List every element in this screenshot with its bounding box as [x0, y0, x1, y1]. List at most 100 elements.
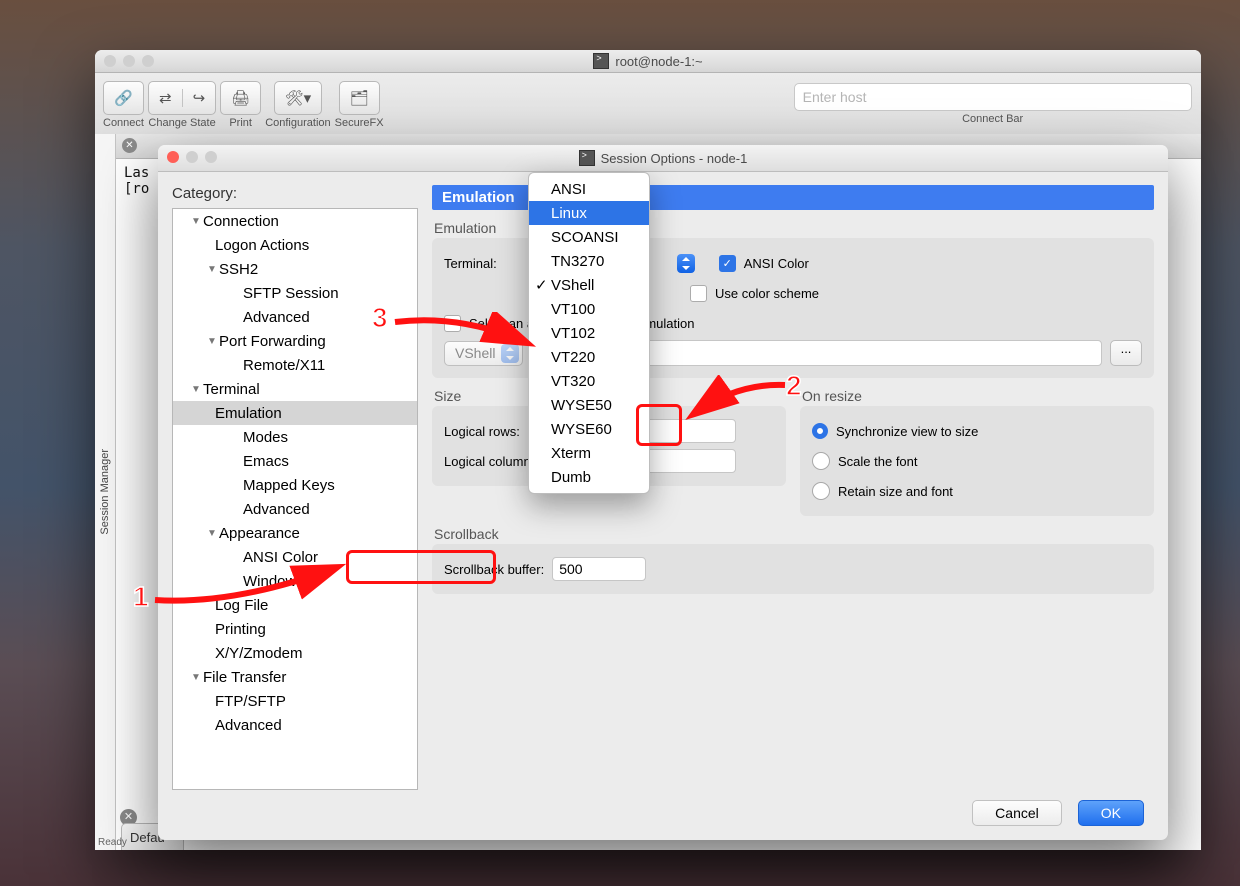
disclosure-triangle-icon[interactable]: ▼ [189, 672, 203, 683]
terminal-icon [593, 53, 609, 69]
tree-item-terminal[interactable]: ▼Terminal [173, 377, 417, 401]
toolbar-connect[interactable]: 🔗 Connect [103, 77, 144, 129]
tree-item-file_transfer[interactable]: ▼File Transfer [173, 665, 417, 689]
group-scrollback: Scrollback [434, 526, 1152, 542]
tree-item-label: SSH2 [219, 261, 258, 278]
dialog-min-dot [186, 151, 198, 163]
tree-item-label: File Transfer [203, 669, 286, 686]
dropdown-item-tn3270[interactable]: TN3270 [529, 249, 649, 273]
dropdown-item-vt100[interactable]: VT100 [529, 297, 649, 321]
toolbar-configuration[interactable]: 🛠▾ Configuration [265, 77, 330, 129]
tree-item-label: Modes [243, 429, 288, 446]
ok-button[interactable]: OK [1078, 800, 1144, 826]
status-bar: Ready [98, 837, 127, 848]
annotation-arrow-3 [390, 312, 540, 352]
dropdown-item-xterm[interactable]: Xterm [529, 441, 649, 465]
terminal-type-dropdown[interactable]: ANSILinuxSCOANSITN3270✓VShellVT100VT102V… [528, 172, 650, 494]
tree-item-label: Advanced [243, 501, 310, 518]
toolbar-connect-bar: Connect Bar [792, 77, 1193, 125]
dropdown-item-linux[interactable]: Linux [529, 201, 649, 225]
tree-item-mapped_keys[interactable]: Mapped Keys [173, 473, 417, 497]
annotation-arrow-1 [140, 555, 350, 615]
tree-item-label: Printing [215, 621, 266, 638]
toolbar-securefx[interactable]: 🗂 SecureFX [335, 77, 384, 129]
tree-item-label: Terminal [203, 381, 260, 398]
tree-item-label: Emacs [243, 453, 289, 470]
disclosure-triangle-icon[interactable]: ▼ [205, 336, 219, 347]
resize-retain-radio[interactable] [812, 482, 830, 500]
dropdown-item-wyse50[interactable]: WYSE50 [529, 393, 649, 417]
dialog-close-dot[interactable] [167, 151, 179, 163]
tree-item-emacs[interactable]: Emacs [173, 449, 417, 473]
session-options-dialog: Session Options - node-1 Category: ▼Conn… [158, 145, 1168, 840]
dropdown-item-vt220[interactable]: VT220 [529, 345, 649, 369]
tree-item-ftp_sftp[interactable]: FTP/SFTP [173, 689, 417, 713]
dialog-zoom-dot [205, 151, 217, 163]
dropdown-item-ansi[interactable]: ANSI [529, 177, 649, 201]
zoom-dot[interactable] [142, 55, 154, 67]
scrollback-panel: Scrollback buffer: [432, 544, 1154, 594]
terminal-dropdown-button[interactable] [677, 254, 695, 273]
tree-item-xyz[interactable]: X/Y/Zmodem [173, 641, 417, 665]
tree-item-label: Mapped Keys [243, 477, 335, 494]
tree-item-label: Remote/X11 [243, 357, 325, 374]
dropdown-item-vt102[interactable]: VT102 [529, 321, 649, 345]
tree-item-label: Connection [203, 213, 279, 230]
annotation-box-emulation [346, 550, 496, 584]
dropdown-item-vshell[interactable]: ✓VShell [529, 273, 649, 297]
tree-item-printing[interactable]: Printing [173, 617, 417, 641]
disclosure-triangle-icon[interactable]: ▼ [189, 384, 203, 395]
main-titlebar[interactable]: root@node-1:~ [95, 50, 1201, 73]
annotation-box-stepper [636, 404, 682, 446]
tree-item-label: Appearance [219, 525, 300, 542]
annotation-number-2: 2 [786, 370, 802, 402]
tree-item-ssh2[interactable]: ▼SSH2 [173, 257, 417, 281]
dropdown-item-dumb[interactable]: Dumb [529, 465, 649, 489]
browse-button[interactable]: ... [1110, 340, 1142, 366]
dropdown-item-vt320[interactable]: VT320 [529, 369, 649, 393]
tree-item-logon_actions[interactable]: Logon Actions [173, 233, 417, 257]
tree-item-appearance[interactable]: ▼Appearance [173, 521, 417, 545]
enter-host-input[interactable] [794, 83, 1192, 111]
tree-item-label: Port Forwarding [219, 333, 326, 350]
minimize-dot[interactable] [123, 55, 135, 67]
tree-item-remote_x11[interactable]: Remote/X11 [173, 353, 417, 377]
category-tree[interactable]: ▼ConnectionLogon Actions▼SSH2SFTP Sessio… [172, 208, 418, 790]
resize-sync-radio[interactable] [812, 423, 828, 439]
tree-item-advanced3[interactable]: Advanced [173, 713, 417, 737]
window-title: root@node-1:~ [593, 53, 702, 69]
tree-item-label: Emulation [215, 405, 282, 422]
toolbar-print[interactable]: 🖨 Print [220, 77, 261, 129]
tree-item-label: X/Y/Zmodem [215, 645, 303, 662]
dropdown-item-scoansi[interactable]: SCOANSI [529, 225, 649, 249]
close-dot[interactable] [104, 55, 116, 67]
cancel-button[interactable]: Cancel [972, 800, 1062, 826]
tree-item-connection[interactable]: ▼Connection [173, 209, 417, 233]
tree-item-modes[interactable]: Modes [173, 425, 417, 449]
session-manager-tab[interactable]: Session Manager [95, 134, 116, 850]
disclosure-triangle-icon[interactable]: ▼ [205, 264, 219, 275]
annotation-number-1: 1 [133, 581, 149, 613]
scrollback-input[interactable] [552, 557, 646, 581]
close-tab-icon[interactable]: ✕ [122, 138, 137, 153]
tree-item-advanced2[interactable]: Advanced [173, 497, 417, 521]
terminal-icon [579, 150, 595, 166]
tree-item-label: Advanced [215, 717, 282, 734]
use-color-scheme-checkbox[interactable] [690, 285, 707, 302]
dialog-titlebar[interactable]: Session Options - node-1 [158, 145, 1168, 172]
dialog-window-controls[interactable] [167, 151, 217, 163]
toolbar-change-state[interactable]: ⇄↪ Change State [148, 77, 216, 129]
dropdown-item-wyse60[interactable]: WYSE60 [529, 417, 649, 441]
tree-item-label: Logon Actions [215, 237, 309, 254]
window-controls[interactable] [104, 55, 154, 67]
tree-item-label: FTP/SFTP [215, 693, 286, 710]
ansi-color-checkbox[interactable]: ✓ [719, 255, 736, 272]
disclosure-triangle-icon[interactable]: ▼ [189, 216, 203, 227]
disclosure-triangle-icon[interactable]: ▼ [205, 528, 219, 539]
resize-scale-radio[interactable] [812, 452, 830, 470]
tree-item-emulation[interactable]: Emulation [173, 401, 417, 425]
group-on-resize: On resize [802, 388, 1152, 404]
dialog-title: Session Options - node-1 [579, 150, 748, 166]
resize-panel: Synchronize view to size Scale the font … [800, 406, 1154, 516]
tree-item-label: SFTP Session [243, 285, 339, 302]
